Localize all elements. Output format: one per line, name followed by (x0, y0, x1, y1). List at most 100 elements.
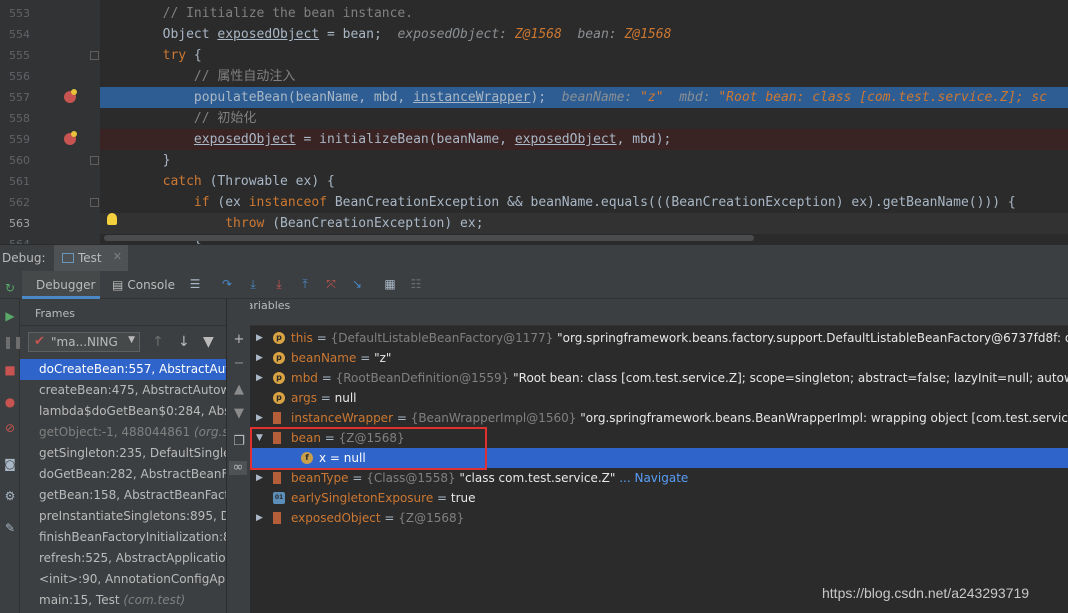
code-line[interactable]: try { (100, 45, 1068, 66)
step-over-icon[interactable]: ⤓ (246, 277, 260, 291)
variable-value: "org.springframework.beans.BeanWrapperIm… (576, 411, 1068, 425)
variable-row[interactable]: ▶ beanType = {Class@1558} "class com.test… (250, 468, 1068, 488)
show-execution-point-icon[interactable]: ↷ (220, 277, 234, 291)
frame-item[interactable]: createBean:475, AbstractAutowir (20, 380, 226, 401)
frame-item[interactable]: lambda$doGetBean$0:284, Abst (20, 401, 226, 422)
move-up-icon[interactable]: ▲ (232, 383, 246, 397)
line-number[interactable]: 557 (0, 87, 30, 108)
code-line[interactable]: // Initialize the bean instance. (100, 3, 1068, 24)
line-number[interactable]: 560 (0, 150, 30, 171)
expand-arrow-icon[interactable]: ▶ (256, 328, 266, 348)
line-number[interactable]: 553 (0, 3, 30, 24)
variable-row[interactable]: ▶ p mbd = {RootBeanDefinition@1559} "Root … (250, 368, 1068, 388)
code-line[interactable]: // 属性自动注入 (100, 66, 1068, 87)
horizontal-scrollbar[interactable] (104, 235, 754, 241)
trace-icon[interactable]: ☷ (409, 277, 423, 291)
line-number[interactable]: 561 (0, 171, 30, 192)
variable-row[interactable]: ▶ p beanName = "z" (250, 348, 1068, 368)
close-icon[interactable]: ✕ (113, 250, 122, 263)
frame-item[interactable]: main:15, Test (com.test) (20, 590, 226, 611)
remove-watch-icon[interactable]: − (232, 357, 246, 371)
lightbulb-icon[interactable] (107, 213, 117, 225)
code-line[interactable]: Object exposedObject = bean; exposedObje… (100, 24, 1068, 45)
arrow-up-icon[interactable]: ↑ (152, 334, 164, 350)
code-token: = initializeBean(beanName, (295, 132, 515, 147)
debug-session-tab[interactable]: Test ✕ (54, 245, 128, 272)
arrow-down-icon[interactable]: ↓ (178, 334, 190, 350)
fold-marker-icon[interactable] (90, 156, 99, 165)
camera-icon[interactable]: ◙ (3, 457, 17, 471)
mute-breakpoints-icon[interactable]: ⊘ (3, 421, 17, 435)
code-line[interactable]: throw (BeanCreationException) ex; (100, 213, 1068, 234)
parameter-icon: p (273, 372, 285, 384)
expand-arrow-icon[interactable]: ▶ (256, 368, 266, 388)
variable-row[interactable]: p args = null (250, 388, 1068, 408)
evaluate-expression-icon[interactable]: ▦ (383, 277, 397, 291)
variable-name: earlySingletonExposure (291, 491, 434, 505)
frame-item[interactable]: <init>:90, AnnotationConfigAppl (20, 569, 226, 590)
code-line[interactable]: } (100, 150, 1068, 171)
expand-arrow-icon[interactable]: ▶ (256, 468, 266, 488)
add-watch-icon[interactable]: + (232, 333, 246, 347)
layout-menu-icon[interactable]: ☰ (188, 277, 202, 291)
variable-row[interactable]: ▶ instanceWrapper = {BeanWrapperImpl@1560… (250, 408, 1068, 428)
filter-icon[interactable]: ▼ (203, 334, 214, 350)
variable-row[interactable]: 01 earlySingletonExposure = true (250, 488, 1068, 508)
run-to-cursor-icon[interactable]: ↘ (350, 277, 364, 291)
frame-item[interactable]: doGetBean:282, AbstractBeanFa (20, 464, 226, 485)
variable-row[interactable]: ▶ p this = {DefaultListableBeanFactory@117… (250, 328, 1068, 348)
frame-item-package: (org.sp (193, 425, 226, 439)
show-watches-icon[interactable]: ∞ (229, 461, 247, 475)
line-number[interactable]: 556 (0, 66, 30, 87)
breakpoint-icon[interactable] (64, 89, 77, 103)
frame-item[interactable]: refresh:525, AbstractApplication( (20, 548, 226, 569)
frame-item[interactable]: getObject:-1, 488044861 (org.sp (20, 422, 226, 443)
frame-item[interactable]: preInstantiateSingletons:895, De (20, 506, 226, 527)
rerun-icon[interactable]: ↻ (3, 281, 17, 295)
drop-frame-icon[interactable]: ⤧ (324, 277, 338, 291)
line-number[interactable]: 563 (0, 213, 30, 234)
code-line[interactable]: if (ex instanceof BeanCreationException … (100, 192, 1068, 213)
expand-arrow-icon[interactable]: ▶ (256, 348, 266, 368)
navigate-link[interactable]: ... Navigate (615, 471, 688, 485)
line-number[interactable]: 559 (0, 129, 30, 150)
line-number[interactable]: 558 (0, 108, 30, 129)
resume-icon[interactable]: ▶ (3, 309, 17, 323)
frame-item[interactable]: getSingleton:235, DefaultSinglet (20, 443, 226, 464)
parameter-icon: p (273, 332, 285, 344)
expand-arrow-icon[interactable]: ▶ (256, 408, 266, 428)
code-line[interactable]: populateBean(beanName, mbd, instanceWrap… (100, 87, 1068, 108)
view-breakpoints-icon[interactable]: ● (3, 395, 17, 409)
fold-marker-icon[interactable] (90, 198, 99, 207)
variable-row[interactable]: ▶ exposedObject = {Z@1568} (250, 508, 1068, 528)
line-number[interactable]: 564 (0, 234, 30, 244)
frame-item[interactable]: finishBeanFactoryInitialization:85 (20, 527, 226, 548)
expand-arrow-icon[interactable]: ▶ (256, 508, 266, 528)
frame-item[interactable]: getBean:158, AbstractBeanFacto (20, 485, 226, 506)
code-line[interactable]: // 初始化 (100, 108, 1068, 129)
code-editor[interactable]: 553554555556557558559560561562563564 // … (0, 0, 1068, 244)
thread-selector[interactable]: ✔ "ma...NING ▼ (28, 332, 140, 352)
step-into-icon[interactable]: ⤓ (272, 277, 286, 291)
code-line[interactable]: catch (Throwable ex) { (100, 171, 1068, 192)
pause-icon[interactable]: ❚❚ (3, 335, 23, 349)
code-token: BeanCreationException && beanName.equals… (327, 195, 1016, 210)
line-gutter[interactable]: 553554555556557558559560561562563564 (0, 0, 100, 244)
tab-debugger[interactable]: Debugger (22, 271, 100, 299)
pin-icon[interactable]: ✎ (3, 521, 17, 535)
breakpoint-icon[interactable] (64, 131, 77, 145)
stop-icon[interactable]: ■ (3, 363, 17, 377)
code-token: throw (225, 216, 265, 231)
move-down-icon[interactable]: ▼ (232, 407, 246, 421)
fold-marker-icon[interactable] (90, 51, 99, 60)
frame-item[interactable]: doCreateBean:557, AbstractAuto (20, 359, 226, 380)
line-number[interactable]: 562 (0, 192, 30, 213)
tab-console[interactable]: ▤ Console (110, 271, 182, 299)
copy-icon[interactable]: ❐ (232, 435, 246, 449)
settings-icon[interactable]: ⚙ (3, 489, 17, 503)
code-line[interactable]: exposedObject = initializeBean(beanName,… (100, 129, 1068, 150)
line-number[interactable]: 555 (0, 45, 30, 66)
line-number[interactable]: 554 (0, 24, 30, 45)
step-out-icon[interactable]: ⤒ (298, 277, 312, 291)
